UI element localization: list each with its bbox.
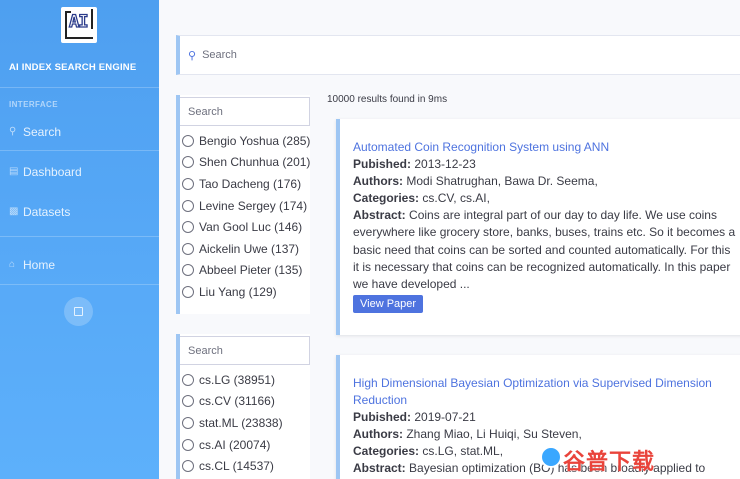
- published-value: 2019-07-21: [414, 410, 476, 424]
- option-label: Van Gool Luc (146): [199, 220, 303, 235]
- sidebar-item-search[interactable]: ⚲ Search: [9, 125, 61, 139]
- option-label: Shen Chunhua (201): [199, 155, 311, 170]
- abstract-label: Abstract:: [353, 208, 406, 222]
- option-label: Liu Yang (129): [199, 284, 277, 299]
- category-option[interactable]: cs.CV (31166): [180, 391, 310, 413]
- sidebar-divider: [0, 87, 159, 88]
- option-label: stat.ML (23838): [199, 415, 283, 430]
- result-categories: Categories: cs.CV, cs.AI,: [353, 190, 738, 207]
- option-label: Abbeel Pieter (135): [199, 263, 303, 278]
- option-label: cs.AI (20074): [199, 437, 271, 452]
- sidebar-item-label: Search: [23, 125, 62, 139]
- sidebar-divider: [0, 236, 159, 237]
- author-option[interactable]: Bengio Yoshua (285): [180, 130, 310, 152]
- result-published: Pubished: 2019-07-21: [353, 409, 738, 426]
- watermark: 谷普下载: [563, 449, 656, 474]
- sidebar-item-dashboard[interactable]: ▤ Dashboard: [9, 165, 82, 179]
- radio-button[interactable]: [182, 416, 194, 429]
- result-abstract: Abstract: Coins are integral part of our…: [353, 207, 738, 293]
- radio-button[interactable]: [182, 285, 194, 298]
- authors-label: Authors:: [353, 427, 403, 441]
- author-option[interactable]: Aickelin Uwe (137): [180, 238, 310, 260]
- result-card: High Dimensional Bayesian Optimization v…: [336, 355, 740, 479]
- authors-value: Modi Shatrughan, Bawa Dr. Seema,: [406, 174, 598, 188]
- categories-label: Categories:: [353, 191, 420, 205]
- category-option[interactable]: cs.LG (38951): [180, 369, 310, 391]
- sidebar-item-label: Datasets: [23, 205, 71, 219]
- category-filter-panel: cs.LG (38951) cs.CV (31166) stat.ML (238…: [176, 334, 310, 479]
- category-filter-search-input[interactable]: [180, 336, 310, 365]
- radio-button[interactable]: [182, 373, 194, 386]
- sidebar-item-datasets[interactable]: ▩ Datasets: [9, 205, 70, 219]
- option-label: cs.LG (38951): [199, 372, 276, 387]
- sidebar-item-home[interactable]: ⌂ Home: [9, 258, 55, 272]
- brand-name[interactable]: AI INDEX SEARCH ENGINE: [9, 62, 136, 73]
- collapse-icon: [74, 307, 83, 316]
- authors-label: Authors:: [353, 174, 403, 188]
- result-title-link[interactable]: Automated Coin Recognition System using …: [353, 139, 738, 156]
- option-label: Levine Sergey (174): [199, 198, 308, 213]
- result-card: Automated Coin Recognition System using …: [336, 119, 740, 335]
- radio-button[interactable]: [182, 242, 194, 255]
- sidebar-item-label: Dashboard: [23, 165, 82, 179]
- authors-value: Zhang Miao, Li Huiqi, Su Steven,: [406, 427, 582, 441]
- result-authors: Authors: Zhang Miao, Li Huiqi, Su Steven…: [353, 426, 738, 443]
- author-option[interactable]: Van Gool Luc (146): [180, 216, 310, 238]
- sidebar-divider: [0, 150, 159, 151]
- radio-button[interactable]: [182, 177, 194, 190]
- radio-button[interactable]: [182, 395, 194, 408]
- result-title-link[interactable]: High Dimensional Bayesian Optimization v…: [353, 375, 738, 409]
- abstract-label: Abstract:: [353, 461, 406, 475]
- radio-button[interactable]: [182, 438, 194, 451]
- author-option[interactable]: Liu Yang (129): [180, 281, 310, 303]
- option-label: Bengio Yoshua (285): [199, 133, 311, 148]
- sidebar-item-label: Home: [23, 258, 56, 272]
- radio-button[interactable]: [182, 134, 194, 147]
- radio-button[interactable]: [182, 221, 194, 234]
- author-option[interactable]: Tao Dacheng (176): [180, 173, 310, 195]
- published-value: 2013-12-23: [414, 157, 476, 171]
- sidebar: AI AI INDEX SEARCH ENGINE INTERFACE ⚲ Se…: [0, 0, 159, 479]
- option-label: Tao Dacheng (176): [199, 176, 302, 191]
- radio-button[interactable]: [182, 199, 194, 212]
- result-authors: Authors: Modi Shatrughan, Bawa Dr. Seema…: [353, 173, 738, 190]
- home-icon: ⌂: [9, 259, 16, 270]
- results-count: 10000 results found in 9ms: [327, 94, 448, 105]
- author-filter-panel: Bengio Yoshua (285) Shen Chunhua (201) T…: [176, 95, 310, 314]
- result-published: Pubished: 2013-12-23: [353, 156, 738, 173]
- author-option[interactable]: Levine Sergey (174): [180, 195, 310, 217]
- main-search-input[interactable]: [202, 49, 703, 61]
- sidebar-toggle-button[interactable]: [64, 297, 93, 326]
- option-label: cs.CV (31166): [199, 394, 275, 409]
- sidebar-heading: INTERFACE: [9, 100, 58, 109]
- radio-button[interactable]: [182, 156, 194, 169]
- author-option[interactable]: Abbeel Pieter (135): [180, 260, 310, 282]
- abstract-value: Coins are integral part of our day to da…: [353, 208, 736, 292]
- watermark-icon: [540, 446, 562, 468]
- datasets-icon: ▩: [9, 206, 19, 217]
- radio-button[interactable]: [182, 264, 194, 277]
- search-icon: ⚲: [9, 126, 17, 137]
- logo[interactable]: AI: [61, 7, 97, 43]
- option-label: Aickelin Uwe (137): [199, 241, 300, 256]
- categories-value: cs.LG, stat.ML,: [422, 444, 504, 458]
- sidebar-divider: [0, 284, 159, 285]
- categories-value: cs.CV, cs.AI,: [422, 191, 490, 205]
- category-option[interactable]: cs.CL (14537): [180, 455, 310, 477]
- categories-label: Categories:: [353, 444, 420, 458]
- view-paper-button[interactable]: View Paper: [353, 295, 424, 314]
- author-option[interactable]: Shen Chunhua (201): [180, 152, 310, 174]
- main-search-bar: ⚲: [176, 35, 740, 75]
- published-label: Pubished:: [353, 410, 412, 424]
- category-option[interactable]: cs.AI (20074): [180, 434, 310, 456]
- search-icon: ⚲: [188, 49, 197, 62]
- logo-text: AI: [68, 11, 89, 32]
- category-option[interactable]: stat.ML (23838): [180, 412, 310, 434]
- option-label: cs.CL (14537): [199, 459, 274, 474]
- radio-button[interactable]: [182, 460, 194, 473]
- dashboard-icon: ▤: [9, 166, 19, 177]
- author-filter-search-input[interactable]: [180, 97, 310, 126]
- published-label: Pubished:: [353, 157, 412, 171]
